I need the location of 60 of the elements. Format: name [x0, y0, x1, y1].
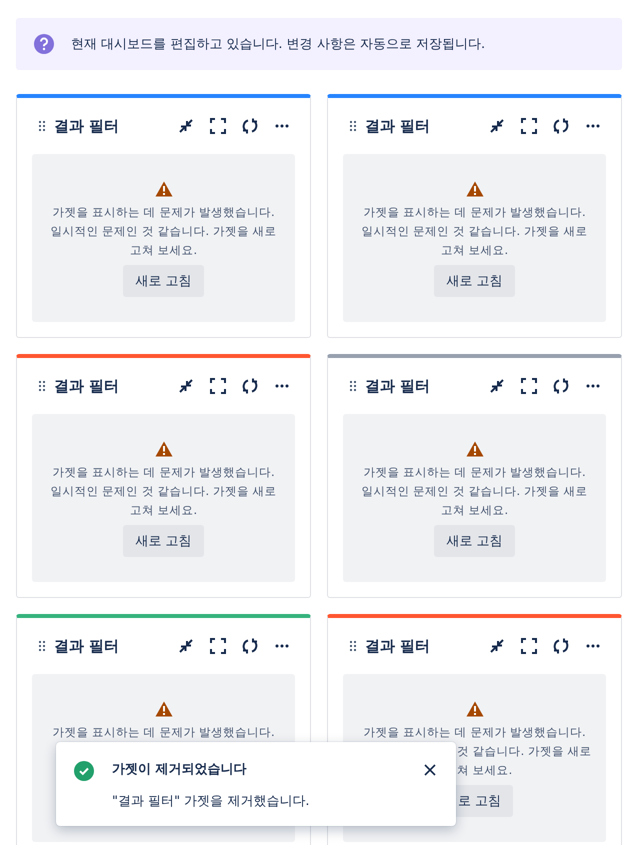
- warning-icon: [154, 701, 172, 717]
- gadget-title: 결과 필터: [365, 376, 432, 396]
- warning-icon: [466, 441, 484, 457]
- error-message: 가젯을 표시하는 데 문제가 발생했습니다.: [52, 724, 275, 741]
- more-icon[interactable]: [275, 384, 289, 388]
- gadget-title: 결과 필터: [54, 636, 120, 656]
- help-icon: [34, 34, 54, 54]
- error-message: 가젯을 표시하는 데 문제가 발생했습니다. 일시적인 문제인 것 같습니다. 가젯을 새로 고쳐 보세요.: [50, 204, 276, 259]
- error-message-line: 것 같습니다. 가젯을 새로: [457, 743, 592, 760]
- gadget-title: 결과 필터: [54, 116, 120, 136]
- refresh-button[interactable]: 새로 고침: [434, 525, 515, 557]
- refresh-icon[interactable]: [552, 117, 570, 135]
- more-icon[interactable]: [275, 644, 289, 648]
- collapse-icon[interactable]: [489, 118, 505, 134]
- toast-title: 가젯이 제거되었습니다: [112, 761, 248, 778]
- error-message: 가젯을 표시하는 데 문제가 발생했습니다. 일시적인 문제인 것 같습니다. 가젯을 새로 고쳐 보세요.: [362, 204, 588, 259]
- drag-handle-icon[interactable]: [38, 640, 46, 652]
- drag-handle-icon[interactable]: [38, 120, 46, 132]
- error-message-line: 가젯을 표시하는 데 문제가 발생했습니다.: [363, 724, 586, 741]
- more-icon[interactable]: [586, 124, 600, 128]
- fullscreen-icon[interactable]: [521, 118, 537, 134]
- refresh-icon[interactable]: [241, 637, 259, 655]
- warning-icon: [466, 181, 484, 197]
- gadget-title: 결과 필터: [54, 376, 120, 396]
- fullscreen-icon[interactable]: [210, 378, 226, 394]
- gadget-title: 결과 필터: [365, 116, 432, 136]
- toast-message: "결과 필터" 가젯을 제거했습니다.: [112, 793, 310, 810]
- error-message: 가젯을 표시하는 데 문제가 발생했습니다. 일시적인 문제인 것 같습니다. 가젯을 새로 고쳐 보세요.: [362, 464, 588, 519]
- collapse-icon[interactable]: [178, 118, 194, 134]
- refresh-button[interactable]: 로 고침: [456, 785, 514, 817]
- warning-icon: [154, 441, 172, 457]
- drag-handle-icon[interactable]: [349, 640, 357, 652]
- drag-handle-icon[interactable]: [38, 380, 46, 392]
- warning-icon: [154, 181, 172, 197]
- error-message: 가젯을 표시하는 데 문제가 발생했습니다. 일시적인 문제인 것 같습니다. 가젯을 새로 고쳐 보세요.: [50, 464, 276, 519]
- more-icon[interactable]: [275, 124, 289, 128]
- refresh-icon[interactable]: [552, 377, 570, 395]
- warning-icon: [466, 701, 484, 717]
- fullscreen-icon[interactable]: [521, 638, 537, 654]
- refresh-icon[interactable]: [241, 117, 259, 135]
- collapse-icon[interactable]: [178, 638, 194, 654]
- banner-text: 현재 대시보드를 편집하고 있습니다. 변경 사항은 자동으로 저장됩니다.: [71, 36, 486, 53]
- refresh-button[interactable]: 새로 고침: [123, 265, 204, 297]
- refresh-button[interactable]: 새로 고침: [123, 525, 204, 557]
- collapse-icon[interactable]: [489, 378, 505, 394]
- fullscreen-icon[interactable]: [521, 378, 537, 394]
- fullscreen-icon[interactable]: [210, 118, 226, 134]
- refresh-button[interactable]: 새로 고침: [434, 265, 515, 297]
- more-icon[interactable]: [586, 644, 600, 648]
- error-message-line: 쳐 보세요.: [457, 762, 512, 779]
- collapse-icon[interactable]: [178, 378, 194, 394]
- refresh-icon[interactable]: [241, 377, 259, 395]
- refresh-icon[interactable]: [552, 637, 570, 655]
- drag-handle-icon[interactable]: [349, 120, 357, 132]
- fullscreen-icon[interactable]: [210, 638, 226, 654]
- more-icon[interactable]: [586, 384, 600, 388]
- drag-handle-icon[interactable]: [349, 380, 357, 392]
- gadget-title: 결과 필터: [365, 636, 432, 656]
- success-icon: [73, 760, 95, 782]
- collapse-icon[interactable]: [489, 638, 505, 654]
